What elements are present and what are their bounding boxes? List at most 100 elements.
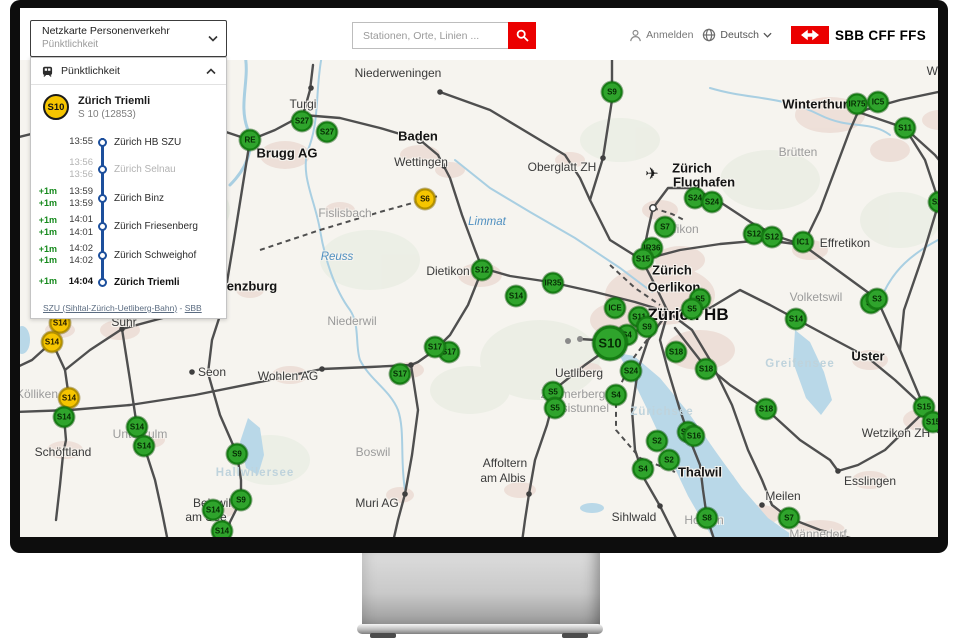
train-badge-S14[interactable]: S14 xyxy=(134,436,155,457)
stop-row: +1m+1m14:0214:02Zürich Schweighof xyxy=(31,241,226,270)
sbb-link[interactable]: SBB xyxy=(185,303,202,313)
train-badge-S9[interactable]: S9 xyxy=(227,444,248,465)
stop-time: 14:0214:02 xyxy=(60,243,93,268)
operator-link[interactable]: SZU (Sihltal-Zürich-Uetliberg-Bahn) xyxy=(43,303,177,313)
stop-node-icon xyxy=(98,278,107,287)
language-selector[interactable]: Deutsch xyxy=(702,28,772,42)
train-badge-S12[interactable]: S12 xyxy=(762,227,783,248)
panel-title: Pünktlichkeit xyxy=(61,65,199,77)
layer-dropdown-title: Netzkarte Personenverkehr xyxy=(42,25,204,37)
user-icon xyxy=(629,29,642,42)
train-badge-ICE[interactable]: ICE xyxy=(605,298,626,319)
train-badge-S9[interactable]: S9 xyxy=(602,82,623,103)
language-label: Deutsch xyxy=(720,29,759,41)
page: NiederweningenTurgiBadenBrugg AGWettinge… xyxy=(0,0,960,638)
train-badge-S14[interactable]: S14 xyxy=(127,417,148,438)
chevron-down-icon xyxy=(763,32,772,38)
search-icon xyxy=(516,29,529,42)
punctuality-panel: Pünktlichkeit S10 Zürich Triemli S 10 (1… xyxy=(30,57,227,319)
train-badge-S16[interactable]: S16 xyxy=(684,426,705,447)
globe-icon xyxy=(702,28,716,42)
train-badge-S14[interactable]: S14 xyxy=(42,332,63,353)
stop-node-icon xyxy=(98,251,107,260)
train-badge-S7[interactable]: S7 xyxy=(655,217,676,238)
footer-separator: - xyxy=(177,303,185,313)
login-button[interactable]: Anmelden xyxy=(629,29,693,42)
train-icon xyxy=(41,66,54,77)
layer-dropdown-subtitle: Pünktlichkeit xyxy=(42,39,204,50)
search-input[interactable] xyxy=(352,22,508,49)
train-badge-S2[interactable]: S2 xyxy=(659,450,680,471)
stop-name: Zürich HB SZU xyxy=(114,137,181,148)
stop-row: +1m14:04Zürich Triemli xyxy=(31,270,226,295)
train-badge-S8[interactable]: S8 xyxy=(697,508,718,529)
train-badge-S27[interactable]: S27 xyxy=(292,111,313,132)
sbb-logo[interactable]: SBB CFF FFS xyxy=(791,26,926,44)
stop-time: 14:04 xyxy=(60,276,93,288)
train-badge-S24[interactable]: S24 xyxy=(621,361,642,382)
monitor-stand xyxy=(362,553,600,626)
train-badge-S14[interactable]: S14 xyxy=(506,286,527,307)
train-badge-S11[interactable]: S11 xyxy=(895,118,916,139)
train-badge-S17[interactable]: S17 xyxy=(390,364,411,385)
train-badge-IR35[interactable]: IR35 xyxy=(543,273,564,294)
chevron-down-icon xyxy=(208,35,218,42)
train-badge-S3[interactable]: S3 xyxy=(867,289,888,310)
train-badge-S14[interactable]: S14 xyxy=(212,521,233,538)
chevron-up-icon xyxy=(206,68,216,75)
monitor-foot-left xyxy=(370,633,396,638)
train-badge-S14[interactable]: S14 xyxy=(786,309,807,330)
train-badge-S5[interactable]: S5 xyxy=(545,398,566,419)
stop-row: +1m+1m13:5913:59Zürich Binz xyxy=(31,184,226,213)
stop-name: Zürich Selnau xyxy=(114,164,176,175)
stop-time: 13:5613:56 xyxy=(60,157,93,182)
stop-delay: +1m+1m xyxy=(31,215,57,238)
sbb-wordmark: SBB CFF FFS xyxy=(835,28,926,43)
train-line-badge: S10 xyxy=(43,94,69,120)
train-badge-IR75[interactable]: IR75 xyxy=(847,94,868,115)
layer-dropdown[interactable]: Netzkarte Personenverkehr Pünktlichkeit xyxy=(30,20,227,57)
train-badge-S9[interactable]: S9 xyxy=(231,490,252,511)
train-badge-S14[interactable]: S14 xyxy=(59,388,80,409)
train-badge-RE[interactable]: RE xyxy=(240,130,261,151)
train-badge-S4[interactable]: S4 xyxy=(633,459,654,480)
train-badge-S9[interactable]: S9 xyxy=(637,317,658,338)
stop-node-icon xyxy=(98,194,107,203)
train-badge-IC1[interactable]: IC1 xyxy=(793,232,814,253)
app-screen: NiederweningenTurgiBadenBrugg AGWettinge… xyxy=(20,8,938,537)
train-badge-S14[interactable]: S14 xyxy=(54,407,75,428)
stop-node-icon xyxy=(98,138,107,147)
monitor-frame: NiederweningenTurgiBadenBrugg AGWettinge… xyxy=(10,0,948,553)
search-button[interactable] xyxy=(508,22,536,49)
train-badge-S18[interactable]: S18 xyxy=(666,342,687,363)
train-badge-S15[interactable]: S15 xyxy=(923,412,939,433)
train-badge-S14[interactable]: S14 xyxy=(203,500,224,521)
selected-train-row: S10 Zürich Triemli S 10 (12853) xyxy=(31,85,226,126)
panel-header-toggle[interactable]: Pünktlichkeit xyxy=(31,58,226,85)
stop-name: Zürich Binz xyxy=(114,193,164,204)
train-badge-S24[interactable]: S24 xyxy=(702,192,723,213)
train-badge-S18[interactable]: S18 xyxy=(696,359,717,380)
stop-delay: +1m+1m xyxy=(31,244,57,267)
train-badge-S10-selected[interactable]: S10 xyxy=(593,326,628,361)
train-badge-S4[interactable]: S4 xyxy=(606,385,627,406)
train-badge-IC5[interactable]: IC5 xyxy=(868,92,889,113)
train-badge-S2[interactable]: S2 xyxy=(647,431,668,452)
train-badge-S12[interactable]: S12 xyxy=(472,260,493,281)
train-badge-S5[interactable]: S5 xyxy=(682,299,703,320)
train-badge-S15[interactable]: S15 xyxy=(633,249,654,270)
train-badge-S18[interactable]: S18 xyxy=(756,399,777,420)
stop-time: 14:0114:01 xyxy=(60,214,93,239)
train-badge-S6[interactable]: S6 xyxy=(415,189,436,210)
monitor-foot-right xyxy=(562,633,588,638)
stop-row: 13:55Zürich HB SZU xyxy=(31,130,226,155)
stop-node-icon xyxy=(98,222,107,231)
stop-time: 13:5913:59 xyxy=(60,186,93,211)
train-badge-S17[interactable]: S17 xyxy=(425,337,446,358)
train-badge-S7[interactable]: S7 xyxy=(779,508,800,529)
sbb-flag-icon xyxy=(791,26,829,44)
train-badge-S27[interactable]: S27 xyxy=(317,122,338,143)
stop-row: 13:5613:56 Zürich Selnau xyxy=(31,155,226,184)
top-right-menu: Anmelden Deutsch SBB CFF FFS xyxy=(629,26,926,44)
panel-footer: SZU (Sihltal-Zürich-Uetliberg-Bahn) - SB… xyxy=(31,297,226,321)
